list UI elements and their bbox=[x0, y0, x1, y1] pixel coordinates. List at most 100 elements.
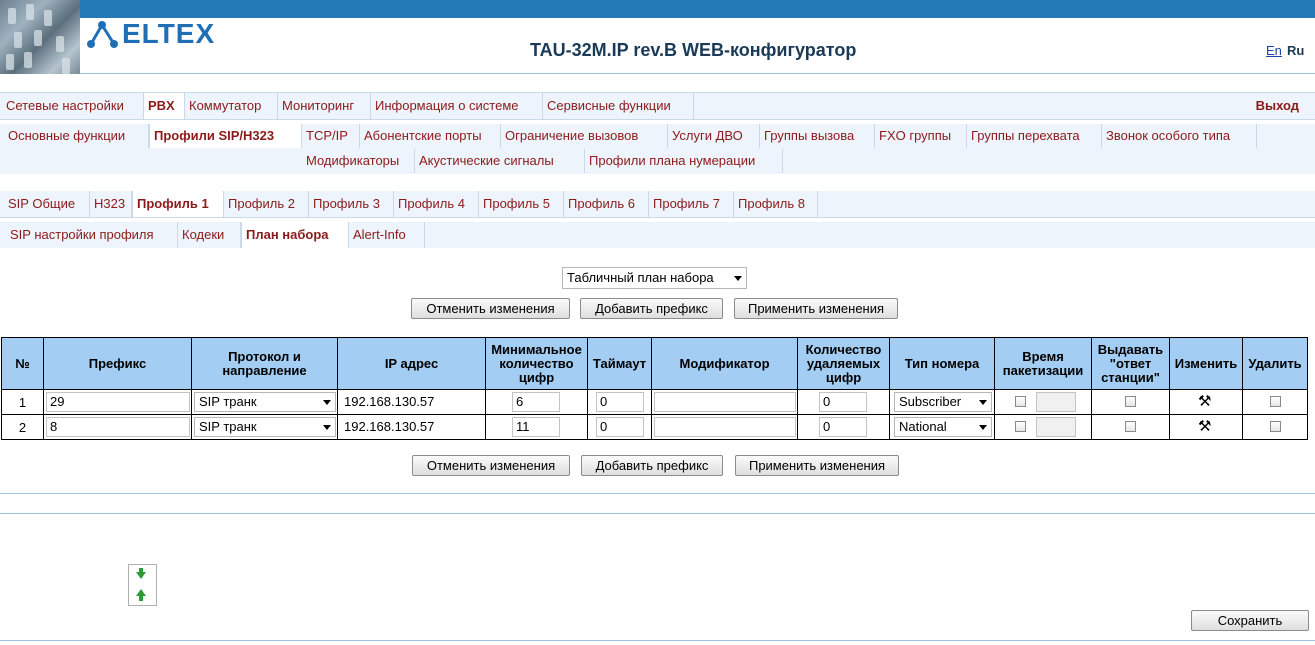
protocol-select[interactable]: SIP транк bbox=[194, 392, 336, 412]
min-digits-input[interactable]: 11 bbox=[512, 417, 560, 437]
subnav-pickup-groups[interactable]: Группы перехвата bbox=[967, 124, 1102, 148]
protocol-value: SIP транк bbox=[199, 419, 257, 434]
main-nav: Сетевые настройки PBX Коммутатор Монитор… bbox=[0, 92, 1315, 120]
footer-divider bbox=[0, 640, 1315, 641]
arrow-up-stem bbox=[139, 596, 143, 601]
tab-profile-6[interactable]: Профиль 6 bbox=[564, 191, 649, 217]
subnav-call-restrictions[interactable]: Ограничение вызовов bbox=[501, 124, 668, 148]
add-prefix-button-top[interactable]: Добавить префикс bbox=[580, 298, 723, 319]
subnav-acoustic-signals[interactable]: Акустические сигналы bbox=[415, 149, 585, 173]
subnav-numbering-plan-profiles[interactable]: Профили плана нумерации bbox=[585, 149, 783, 173]
hammer-wrench-icon[interactable]: ⚒ bbox=[1198, 394, 1211, 409]
subnav-basic[interactable]: Основные функции bbox=[4, 124, 149, 148]
nav-switch[interactable]: Коммутатор bbox=[185, 93, 278, 119]
modifier-input[interactable] bbox=[654, 392, 796, 412]
apply-changes-button-bottom[interactable]: Применить изменения bbox=[735, 455, 899, 476]
ip-input[interactable]: 192.168.130.57 bbox=[340, 392, 484, 412]
del-digits-cell: 0 bbox=[797, 389, 890, 415]
nav-pbx[interactable]: PBX bbox=[143, 93, 185, 119]
nav-monitoring[interactable]: Мониторинг bbox=[278, 93, 371, 119]
tab-profile-2[interactable]: Профиль 2 bbox=[224, 191, 309, 217]
subnav-services[interactable]: Услуги ДВО bbox=[668, 124, 760, 148]
save-button[interactable]: Сохранить bbox=[1191, 610, 1309, 631]
subnav-fxo-groups[interactable]: FXO группы bbox=[875, 124, 967, 148]
number-type-cell: National bbox=[889, 414, 995, 440]
answer-checkbox[interactable] bbox=[1125, 396, 1136, 407]
dial-plan-type-select[interactable]: Табличный план набора bbox=[562, 267, 747, 289]
tab-profile-7[interactable]: Профиль 7 bbox=[649, 191, 734, 217]
col-modifier: Модификатор bbox=[651, 337, 798, 390]
cancel-changes-button-bottom[interactable]: Отменить изменения bbox=[412, 455, 570, 476]
dial-plan-type-value: Табличный план набора bbox=[567, 270, 714, 285]
timeout-cell: 0 bbox=[587, 389, 652, 415]
ptime-input[interactable] bbox=[1036, 417, 1076, 437]
modifier-cell bbox=[651, 389, 798, 415]
timeout-input[interactable]: 0 bbox=[596, 392, 644, 412]
ip-input[interactable]: 192.168.130.57 bbox=[340, 417, 484, 437]
subtab-dial-plan[interactable]: План набора bbox=[241, 222, 349, 248]
delete-cell bbox=[1242, 389, 1308, 415]
col-prefix: Префикс bbox=[43, 337, 192, 390]
hammer-wrench-icon[interactable]: ⚒ bbox=[1198, 419, 1211, 434]
subtab-codecs[interactable]: Кодеки bbox=[178, 222, 241, 248]
answer-cell bbox=[1091, 389, 1170, 415]
arrow-up-icon[interactable] bbox=[136, 589, 146, 596]
answer-checkbox[interactable] bbox=[1125, 421, 1136, 432]
profile-tabs: SIP Общие H323 Профиль 1 Профиль 2 Профи… bbox=[0, 191, 1315, 218]
chevron-down-icon bbox=[734, 276, 742, 281]
apply-changes-button-top[interactable]: Применить изменения bbox=[734, 298, 898, 319]
tab-profile-3[interactable]: Профиль 3 bbox=[309, 191, 394, 217]
prefix-input[interactable]: 29 bbox=[46, 392, 190, 412]
subtab-alert-info[interactable]: Alert-Info bbox=[349, 222, 425, 248]
delete-checkbox[interactable] bbox=[1270, 396, 1281, 407]
number-type-select[interactable]: Subscriber bbox=[894, 392, 992, 412]
exit-link[interactable]: Выход bbox=[1256, 93, 1299, 119]
tab-profile-8[interactable]: Профиль 8 bbox=[734, 191, 818, 217]
ptime-input[interactable] bbox=[1036, 392, 1076, 412]
top-bar bbox=[0, 0, 1315, 18]
col-ip: IP адрес bbox=[337, 337, 486, 390]
subnav-modifiers[interactable]: Модификаторы bbox=[302, 149, 415, 173]
nav-network[interactable]: Сетевые настройки bbox=[2, 93, 144, 119]
tab-sip-general[interactable]: SIP Общие bbox=[4, 191, 90, 217]
col-ptime: Время пакетизации bbox=[994, 337, 1092, 390]
prefix-input[interactable]: 8 bbox=[46, 417, 190, 437]
add-prefix-button-bottom[interactable]: Добавить префикс bbox=[581, 455, 723, 476]
subnav-tcpip[interactable]: TCP/IP bbox=[302, 124, 360, 148]
ip-cell: 192.168.130.57 bbox=[337, 389, 486, 415]
del-digits-input[interactable]: 0 bbox=[819, 417, 867, 437]
modifier-input[interactable] bbox=[654, 417, 796, 437]
col-number-type: Тип номера bbox=[889, 337, 995, 390]
col-del-digits: Количество удаляемых цифр bbox=[797, 337, 890, 390]
del-digits-cell: 0 bbox=[797, 414, 890, 440]
tab-profile-1[interactable]: Профиль 1 bbox=[132, 191, 224, 217]
chevron-down-icon bbox=[323, 400, 331, 405]
number-type-value: National bbox=[899, 419, 947, 434]
edit-cell: ⚒ bbox=[1169, 414, 1243, 440]
subnav-call-groups[interactable]: Группы вызова bbox=[760, 124, 875, 148]
tab-h323[interactable]: H323 bbox=[90, 191, 132, 217]
del-digits-input[interactable]: 0 bbox=[819, 392, 867, 412]
protocol-cell: SIP транк bbox=[191, 414, 338, 440]
protocol-select[interactable]: SIP транк bbox=[194, 417, 336, 437]
tab-profile-5[interactable]: Профиль 5 bbox=[479, 191, 564, 217]
delete-checkbox[interactable] bbox=[1270, 421, 1281, 432]
ptime-checkbox[interactable] bbox=[1015, 421, 1026, 432]
tab-profile-4[interactable]: Профиль 4 bbox=[394, 191, 479, 217]
subnav-subscriber-ports[interactable]: Абонентские порты bbox=[360, 124, 501, 148]
col-num: № bbox=[1, 337, 44, 390]
number-type-select[interactable]: National bbox=[894, 417, 992, 437]
nav-service[interactable]: Сервисные функции bbox=[543, 93, 694, 119]
subnav-distinctive-ring[interactable]: Звонок особого типа bbox=[1102, 124, 1257, 148]
subnav-sip-h323-profiles[interactable]: Профили SIP/H323 bbox=[149, 124, 302, 148]
arrow-down-icon[interactable] bbox=[136, 572, 146, 579]
ptime-checkbox[interactable] bbox=[1015, 396, 1026, 407]
nav-system-info[interactable]: Информация о системе bbox=[371, 93, 543, 119]
cancel-changes-button-top[interactable]: Отменить изменения bbox=[411, 298, 570, 319]
delete-cell bbox=[1242, 414, 1308, 440]
subtab-sip-settings[interactable]: SIP настройки профиля bbox=[6, 222, 178, 248]
min-digits-input[interactable]: 6 bbox=[512, 392, 560, 412]
min-digits-cell: 6 bbox=[485, 389, 588, 415]
timeout-input[interactable]: 0 bbox=[596, 417, 644, 437]
lang-en-link[interactable]: En bbox=[1266, 43, 1282, 58]
